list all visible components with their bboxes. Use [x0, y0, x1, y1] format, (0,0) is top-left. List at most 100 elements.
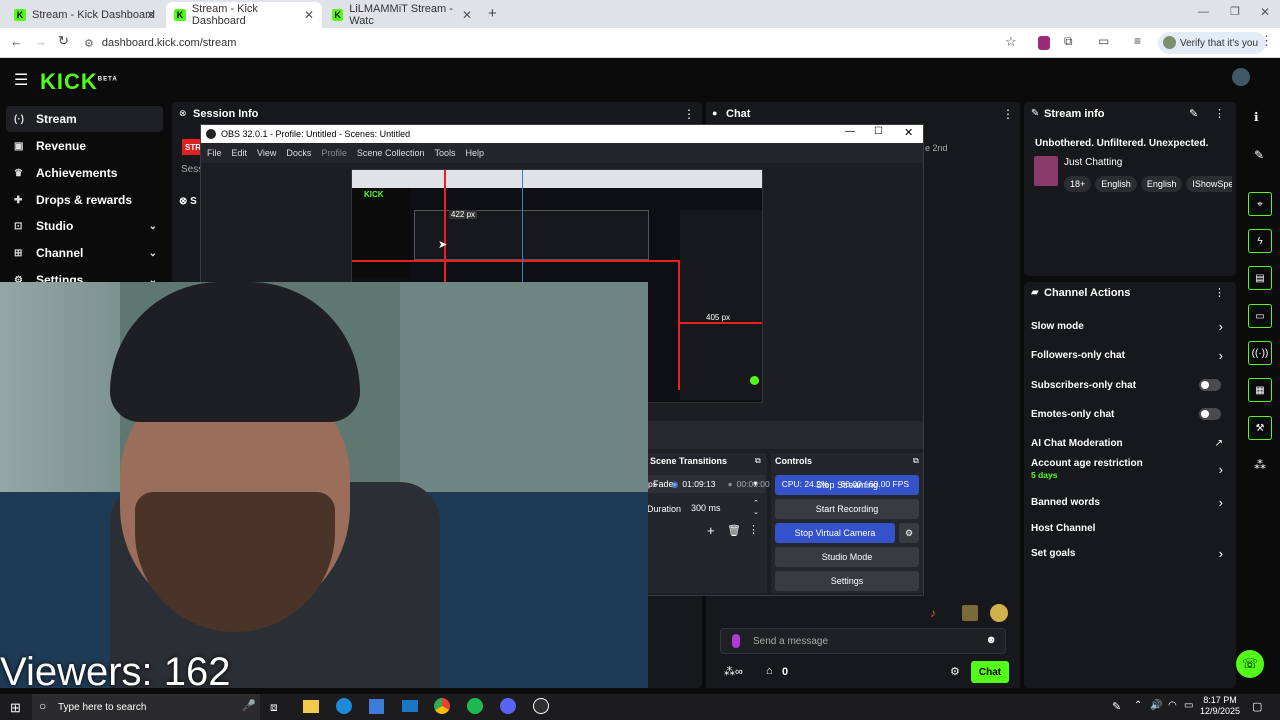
chat-message-input[interactable]: Send a message ☻ — [720, 628, 1006, 654]
sidebar-item-stream[interactable]: (·) Stream — [6, 106, 163, 132]
emotes-only-toggle[interactable] — [1199, 408, 1221, 420]
action-ai-chat-moderation[interactable]: AI Chat Moderation ↗ — [1031, 433, 1229, 453]
verify-identity-chip[interactable]: Verify that it's you — [1158, 32, 1267, 54]
sidebar-item-achievements[interactable]: ♛ Achievements — [6, 160, 163, 186]
action-banned-words[interactable]: Banned words › — [1031, 492, 1229, 512]
user-avatar[interactable] — [1232, 68, 1250, 86]
undock-icon[interactable]: ⧉ — [913, 456, 919, 466]
url-field[interactable]: ⚙ dashboard.kick.com/stream — [84, 33, 1224, 53]
taskbar-search[interactable]: ○ Type here to search 🎤 — [32, 694, 260, 720]
spotify-icon[interactable] — [467, 698, 483, 714]
trash-icon[interactable]: 🗑 — [727, 524, 741, 537]
back-icon[interactable]: ← — [10, 34, 23, 49]
task-view-icon[interactable]: ⧈ — [270, 700, 278, 715]
apps-icon[interactable]: ⁂ — [1254, 458, 1266, 472]
mail-icon[interactable] — [402, 700, 418, 712]
windows-start-icon[interactable]: ⊞ — [10, 700, 21, 716]
site-info-icon[interactable]: ⚙ — [84, 37, 94, 50]
session-info-menu-icon[interactable]: ⋮ — [683, 107, 695, 121]
virtual-camera-settings-button[interactable]: ⚙ — [899, 523, 919, 543]
chat-settings-icon[interactable]: ⚙ — [950, 665, 960, 678]
new-tab-icon[interactable]: + — [488, 5, 497, 22]
sidebar-item-revenue[interactable]: ▣ Revenue — [6, 133, 163, 159]
tag-chip[interactable]: IShowSpe — [1186, 176, 1232, 192]
studio-mode-button[interactable]: Studio Mode — [775, 547, 919, 567]
info-icon[interactable]: ℹ — [1254, 110, 1259, 124]
rail-button[interactable]: ((·)) — [1248, 341, 1272, 365]
browser-tab[interactable]: K LiLMAMMiT Stream - Watc ✕ — [324, 2, 480, 28]
action-account-age-restriction[interactable]: Account age restriction 5 days › — [1031, 458, 1229, 488]
undock-icon[interactable]: ⧉ — [755, 456, 761, 466]
close-tab-icon[interactable]: ✕ — [462, 8, 472, 22]
close-tab-icon[interactable]: ✕ — [304, 8, 314, 22]
reading-list-icon[interactable]: ≡ — [1134, 34, 1141, 48]
menu-file[interactable]: File — [207, 148, 222, 158]
close-window-icon[interactable]: ✕ — [1260, 5, 1270, 19]
hamburger-menu-icon[interactable]: ☰ — [14, 70, 28, 90]
file-explorer-icon[interactable] — [303, 700, 319, 713]
extensions-puzzle-icon[interactable]: ⧉ — [1064, 34, 1073, 49]
taskbar-clock[interactable]: 8:17 PM 12/9/2025 — [1198, 695, 1242, 717]
browser-tab[interactable]: K Stream - Kick Dashboard ✕ — [6, 2, 164, 28]
menu-edit[interactable]: Edit — [232, 148, 248, 158]
action-followers-only-chat[interactable]: Followers-only chat › — [1031, 345, 1229, 365]
wifi-icon[interactable]: ◠ — [1168, 700, 1177, 711]
start-recording-button[interactable]: Start Recording — [775, 499, 919, 519]
maximize-window-icon[interactable]: ☐ — [874, 126, 883, 137]
discord-icon[interactable] — [500, 698, 516, 714]
battery-icon[interactable]: ▭ — [1184, 700, 1193, 711]
sidebar-item-studio[interactable]: ⊡ Studio ⌄ — [6, 213, 163, 239]
volume-icon[interactable]: 🔊 — [1150, 700, 1162, 711]
browser-menu-icon[interactable]: ⋮ — [1260, 33, 1273, 49]
maximize-window-icon[interactable]: ❐ — [1230, 5, 1240, 18]
minimize-window-icon[interactable]: — — [1198, 6, 1209, 18]
sidebar-item-drops-rewards[interactable]: ✚ Drops & rewards — [6, 187, 163, 213]
rail-button[interactable]: ▦ — [1248, 378, 1272, 402]
microphone-icon[interactable]: 🎤 — [242, 699, 256, 712]
edge-icon[interactable] — [336, 698, 352, 714]
rail-button[interactable]: ⚒ — [1248, 416, 1272, 440]
tag-chip[interactable]: 18+ — [1064, 176, 1092, 192]
obs-taskbar-icon[interactable] — [533, 698, 549, 714]
action-slow-mode[interactable]: Slow mode › — [1031, 316, 1229, 336]
emoji-picker-icon[interactable]: ☻ — [985, 634, 997, 646]
sidebar-item-channel[interactable]: ⊞ Channel ⌄ — [6, 240, 163, 266]
stream-info-menu-icon[interactable]: ⋮ — [1214, 107, 1225, 120]
chat-users-icon[interactable]: ⁂∞ — [724, 665, 743, 678]
close-tab-icon[interactable]: ✕ — [146, 8, 156, 22]
action-host-channel[interactable]: Host Channel — [1031, 518, 1229, 538]
kick-logo[interactable]: KICKBETA — [40, 69, 118, 95]
rail-button[interactable]: ϟ — [1248, 229, 1272, 253]
menu-help[interactable]: Help — [465, 148, 484, 158]
add-transition-icon[interactable]: + — [707, 523, 715, 538]
extension-shield-icon[interactable] — [1038, 36, 1050, 50]
menu-scene-collection[interactable]: Scene Collection — [357, 148, 425, 158]
bookmark-star-icon[interactable]: ☆ — [1005, 34, 1017, 50]
menu-tools[interactable]: Tools — [434, 148, 455, 158]
send-chat-button[interactable]: Chat — [971, 661, 1009, 683]
notifications-icon[interactable]: ▢ — [1252, 700, 1262, 713]
chat-menu-icon[interactable]: ⋮ — [1002, 107, 1014, 121]
edit-pencil-icon[interactable]: ✎ — [1254, 148, 1264, 162]
subscribers-only-toggle[interactable] — [1199, 379, 1221, 391]
rail-button[interactable]: ⌖ — [1248, 192, 1272, 216]
minimize-window-icon[interactable]: — — [845, 126, 855, 137]
settings-button[interactable]: Settings — [775, 571, 919, 591]
menu-profile[interactable]: Profile — [321, 148, 347, 158]
action-set-goals[interactable]: Set goals › — [1031, 543, 1229, 563]
microphone-icon[interactable] — [732, 634, 740, 648]
pen-tray-icon[interactable]: ✎ — [1112, 700, 1121, 713]
menu-docks[interactable]: Docks — [286, 148, 311, 158]
tag-chip[interactable]: English — [1095, 176, 1137, 192]
chrome-icon[interactable] — [434, 698, 450, 714]
browser-tab-active[interactable]: K Stream - Kick Dashboard ✕ — [166, 2, 322, 28]
more-options-icon[interactable]: ⋮ — [748, 523, 759, 536]
gift-icon[interactable]: ⌂ — [766, 665, 773, 677]
menu-view[interactable]: View — [257, 148, 276, 158]
stop-virtual-camera-button[interactable]: Stop Virtual Camera — [775, 523, 895, 543]
stream-category[interactable]: Just Chatting — [1064, 157, 1122, 168]
edit-pencil-icon[interactable]: ✎ — [1189, 107, 1198, 120]
forward-icon[interactable]: → — [34, 34, 47, 49]
spinner-icon[interactable]: ⌃ ⌄ — [753, 499, 759, 517]
tag-chip[interactable]: English — [1140, 176, 1183, 192]
